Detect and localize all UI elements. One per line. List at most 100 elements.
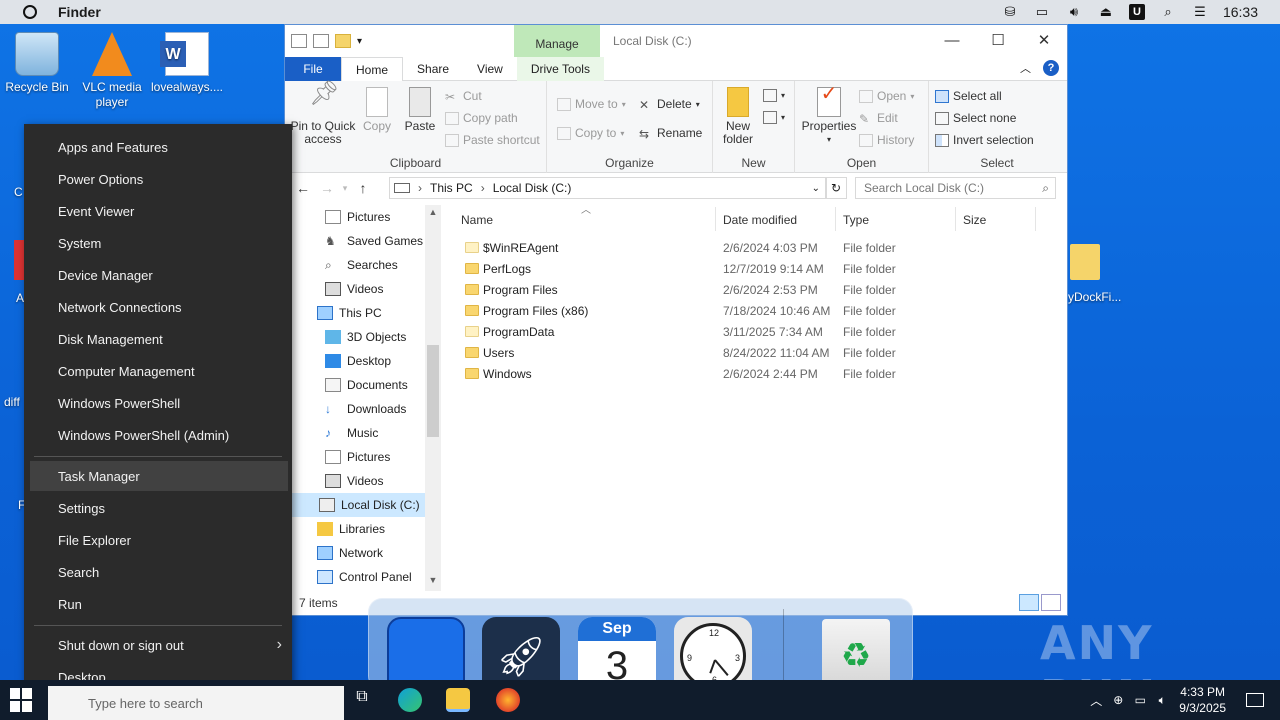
desktop-icon-recycle-bin[interactable]: Recycle Bin <box>0 32 77 95</box>
refresh-icon[interactable]: ↻ <box>825 177 847 199</box>
nav-item-downloads[interactable]: ↓ Downloads <box>285 397 406 421</box>
scroll-down-icon[interactable]: ▼ <box>425 575 441 591</box>
easy-access-button[interactable]: ▾ <box>763 111 785 124</box>
file-row[interactable]: Windows 2/6/2024 2:44 PM File folder <box>461 364 1061 385</box>
paste-button[interactable]: Paste <box>403 87 437 133</box>
column-header-date-modified[interactable]: Date modified <box>723 205 797 235</box>
window-titlebar[interactable]: ▾ Manage Local Disk (C:) — ☐ ✕ <box>285 25 1067 57</box>
search-icon[interactable]: ⌕ <box>1159 4 1177 19</box>
volume-icon[interactable]: 🔈︎ <box>1151 693 1173 708</box>
new-folder-button[interactable]: New folder <box>717 87 759 146</box>
active-app-name[interactable]: Finder <box>58 4 101 20</box>
tab-share[interactable]: Share <box>403 57 463 81</box>
manage-contextual-tab[interactable]: Manage <box>514 25 600 57</box>
column-header-type[interactable]: Type <box>843 205 869 235</box>
checkmark-qat-icon[interactable] <box>313 34 329 48</box>
volume-icon[interactable]: 🔊︎ <box>1065 4 1083 19</box>
nav-item-videos-2[interactable]: Videos <box>285 469 383 493</box>
menu-item-task-manager[interactable]: Task Manager <box>30 461 288 491</box>
nav-pane-scrollbar[interactable]: ▲ ▼ <box>425 205 441 591</box>
menu-item-network-connections[interactable]: Network Connections <box>24 292 292 322</box>
nav-item-documents[interactable]: Documents <box>285 373 408 397</box>
menu-item-system[interactable]: System <box>24 228 292 258</box>
menu-item-event-viewer[interactable]: Event Viewer <box>24 196 292 226</box>
recent-locations-icon[interactable]: ▾ <box>339 183 351 194</box>
collapse-ribbon-icon[interactable]: ︿ <box>1020 60 1031 76</box>
edit-button[interactable]: ✎ Edit <box>859 111 898 126</box>
properties-qat-icon[interactable] <box>291 34 307 48</box>
large-icons-view-icon[interactable] <box>1041 594 1061 611</box>
desktop-icon-vlc[interactable]: VLC media player <box>72 32 152 110</box>
notifications-icon[interactable] <box>1246 693 1264 707</box>
menu-item-powershell[interactable]: Windows PowerShell <box>24 388 292 418</box>
cut-button[interactable]: ✂ Cut <box>445 89 482 104</box>
file-row[interactable]: $WinREAgent 2/6/2024 4:03 PM File folder <box>461 238 1061 259</box>
taskbar-search-input[interactable]: Type here to search <box>48 686 344 720</box>
tab-file[interactable]: File <box>285 56 341 81</box>
delete-button[interactable]: ✕ Delete ▾ <box>639 97 700 112</box>
search-input[interactable]: Search Local Disk (C:) ⌕ <box>855 177 1056 199</box>
menu-item-file-explorer[interactable]: File Explorer <box>24 525 292 555</box>
close-icon[interactable]: ✕ <box>1021 25 1067 55</box>
nav-item-music[interactable]: ♪ Music <box>285 421 378 445</box>
file-row[interactable]: Program Files (x86) 7/18/2024 10:46 AM F… <box>461 301 1061 322</box>
pin-quick-access-button[interactable]: 📌︎ Pin to Quick access <box>289 82 357 146</box>
tab-home[interactable]: Home <box>341 56 404 82</box>
menu-item-device-manager[interactable]: Device Manager <box>24 260 292 290</box>
rename-button[interactable]: ⇆ Rename <box>639 126 702 141</box>
address-dropdown-icon[interactable]: ⌄ <box>812 183 820 194</box>
user-badge-icon[interactable]: U <box>1128 4 1145 20</box>
move-to-button[interactable]: Move to ▾ <box>557 97 626 111</box>
menu-item-disk-management[interactable]: Disk Management <box>24 324 292 354</box>
eject-icon[interactable]: ⏏ <box>1097 4 1115 19</box>
new-folder-qat-icon[interactable] <box>335 34 351 48</box>
scroll-up-icon[interactable]: ▲ <box>425 207 441 223</box>
file-row[interactable]: ProgramData 3/11/2025 7:34 AM File folde… <box>461 322 1061 343</box>
nav-item-this-pc[interactable]: This PC <box>285 301 382 325</box>
file-row[interactable]: Users 8/24/2022 11:04 AM File folder <box>461 343 1061 364</box>
menu-item-settings[interactable]: Settings <box>24 493 292 523</box>
tab-drive-tools[interactable]: Drive Tools <box>516 56 604 81</box>
history-button[interactable]: History <box>859 133 914 147</box>
help-icon[interactable]: ? <box>1043 60 1059 76</box>
nav-item-control-panel[interactable]: Control Panel <box>285 565 412 589</box>
file-explorer-taskbar-icon[interactable] <box>446 688 470 712</box>
nav-item-local-disk[interactable]: Local Disk (C:) <box>285 493 425 517</box>
menu-item-run[interactable]: Run <box>24 589 292 619</box>
menu-item-apps-features[interactable]: Apps and Features <box>24 132 292 162</box>
breadcrumb-local-disk[interactable]: Local Disk (C:) <box>493 181 572 195</box>
select-none-button[interactable]: Select none <box>935 111 1016 125</box>
breadcrumb-this-pc[interactable]: This PC <box>430 181 473 195</box>
copy-button[interactable]: Copy <box>361 87 393 133</box>
nav-item-desktop[interactable]: Desktop <box>285 349 391 373</box>
details-view-icon[interactable] <box>1019 594 1039 611</box>
menu-item-shut-down[interactable]: Shut down or sign out › <box>24 630 292 660</box>
nav-item-3d-objects[interactable]: 3D Objects <box>285 325 406 349</box>
nav-item-network[interactable]: Network <box>285 541 383 565</box>
up-arrow-icon[interactable]: ↑ <box>351 180 375 196</box>
menu-item-computer-management[interactable]: Computer Management <box>24 356 292 386</box>
select-all-button[interactable]: Select all <box>935 89 1002 103</box>
tray-chevron-up-icon[interactable]: ︿ <box>1085 692 1107 709</box>
windows-start-icon[interactable] <box>10 688 34 712</box>
nav-item-libraries[interactable]: Libraries <box>285 517 385 541</box>
nav-item-searches[interactable]: ⌕ Searches <box>285 253 398 277</box>
nav-item-pictures[interactable]: Pictures <box>285 205 390 229</box>
forward-arrow-icon[interactable]: → <box>315 180 339 196</box>
control-center-icon[interactable]: ☰ <box>1191 4 1209 19</box>
drive-icon[interactable]: ⛁ <box>1001 4 1019 19</box>
menu-item-powershell-admin[interactable]: Windows PowerShell (Admin) <box>24 420 292 450</box>
network-icon[interactable]: ▭ <box>1129 693 1151 707</box>
tray-device-icon[interactable]: ⊕ <box>1107 693 1129 707</box>
invert-selection-button[interactable]: Invert selection <box>935 133 1034 147</box>
desktop-app-icon-partial[interactable] <box>14 240 24 280</box>
scrollbar-thumb[interactable] <box>427 345 439 437</box>
topbar-clock[interactable]: 16:33 <box>1223 4 1258 20</box>
copy-path-button[interactable]: Copy path <box>445 111 518 125</box>
properties-button[interactable]: ✓ Properties ▾ <box>799 84 859 146</box>
nav-item-saved-games[interactable]: ♞ Saved Games <box>285 229 423 253</box>
open-button[interactable]: Open ▾ <box>859 89 914 103</box>
column-header-size[interactable]: Size <box>963 205 986 235</box>
display-icon[interactable]: ▭ <box>1033 4 1051 19</box>
firefox-icon[interactable] <box>496 688 520 712</box>
